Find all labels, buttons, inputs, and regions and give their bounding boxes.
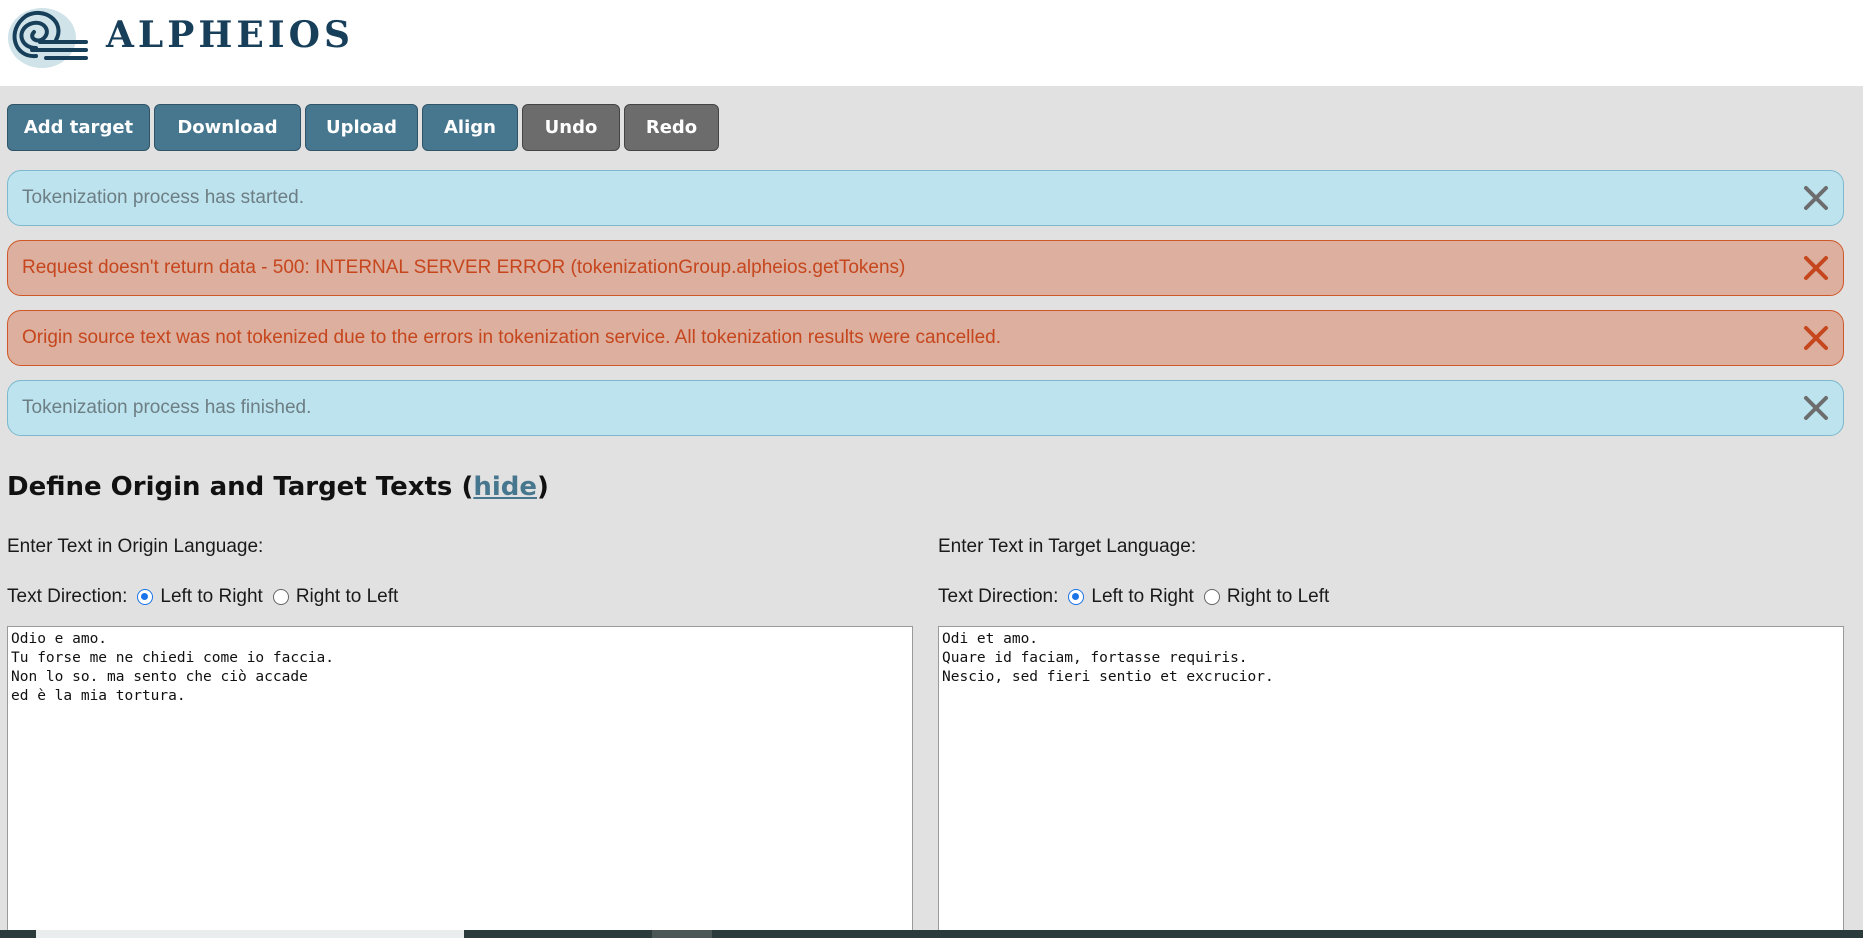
message-text: Request doesn't return data - 500: INTER…	[22, 257, 906, 278]
origin-ltr-radio[interactable]	[137, 589, 154, 605]
close-icon[interactable]	[1801, 393, 1831, 423]
target-rtl-radio[interactable]	[1203, 589, 1220, 605]
message-text: Tokenization process has finished.	[22, 397, 312, 418]
section-title: Define Origin and Target Texts (hide)	[7, 472, 549, 502]
redo-button[interactable]: Redo	[624, 104, 719, 151]
close-icon[interactable]	[1801, 323, 1831, 353]
origin-language-label: Enter Text in Origin Language:	[7, 536, 264, 557]
origin-rtl-radio[interactable]	[272, 589, 289, 605]
target-direction-row: Text Direction: Left to Right Right to L…	[938, 586, 1329, 608]
upload-button[interactable]: Upload	[305, 104, 418, 151]
message-text: Tokenization process has started.	[22, 187, 304, 208]
origin-ltr-label[interactable]: Left to Right	[160, 586, 262, 608]
target-ltr-radio[interactable]	[1068, 589, 1085, 605]
target-language-label: Enter Text in Target Language:	[938, 536, 1197, 557]
add-target-button[interactable]: Add target	[7, 104, 150, 151]
origin-direction-label: Text Direction:	[7, 586, 128, 607]
origin-text-input[interactable]: Odio e amo. Tu forse me ne chiedi come i…	[7, 626, 913, 938]
target-text-input[interactable]: Odi et amo. Quare id faciam, fortasse re…	[938, 626, 1844, 938]
app-logo-text: ALPHEIOS	[106, 14, 354, 56]
taskbar-item[interactable]	[652, 930, 712, 938]
close-icon[interactable]	[1801, 183, 1831, 213]
origin-direction-row: Text Direction: Left to Right Right to L…	[7, 586, 398, 608]
origin-rtl-label[interactable]: Right to Left	[296, 586, 398, 608]
section-title-prefix: Define Origin and Target Texts (	[7, 472, 474, 502]
taskbar-item[interactable]	[36, 930, 464, 938]
message-tokenization-cancelled: Origin source text was not tokenized due…	[7, 310, 1844, 366]
download-button[interactable]: Download	[154, 104, 301, 151]
alpheios-logo-icon	[8, 8, 88, 68]
message-tokenization-finished: Tokenization process has finished.	[7, 380, 1844, 436]
message-server-error: Request doesn't return data - 500: INTER…	[7, 240, 1844, 296]
app-header: ALPHEIOS	[0, 0, 1863, 86]
section-title-suffix: )	[537, 472, 549, 502]
message-text: Origin source text was not tokenized due…	[22, 327, 1002, 348]
target-direction-label: Text Direction:	[938, 586, 1059, 607]
hide-link[interactable]: hide	[473, 472, 537, 502]
os-taskbar	[0, 930, 1863, 938]
close-icon[interactable]	[1801, 253, 1831, 283]
target-ltr-label[interactable]: Left to Right	[1091, 586, 1193, 608]
undo-button[interactable]: Undo	[522, 104, 620, 151]
align-button[interactable]: Align	[422, 104, 518, 151]
message-tokenization-started: Tokenization process has started.	[7, 170, 1844, 226]
target-rtl-label[interactable]: Right to Left	[1227, 586, 1329, 608]
